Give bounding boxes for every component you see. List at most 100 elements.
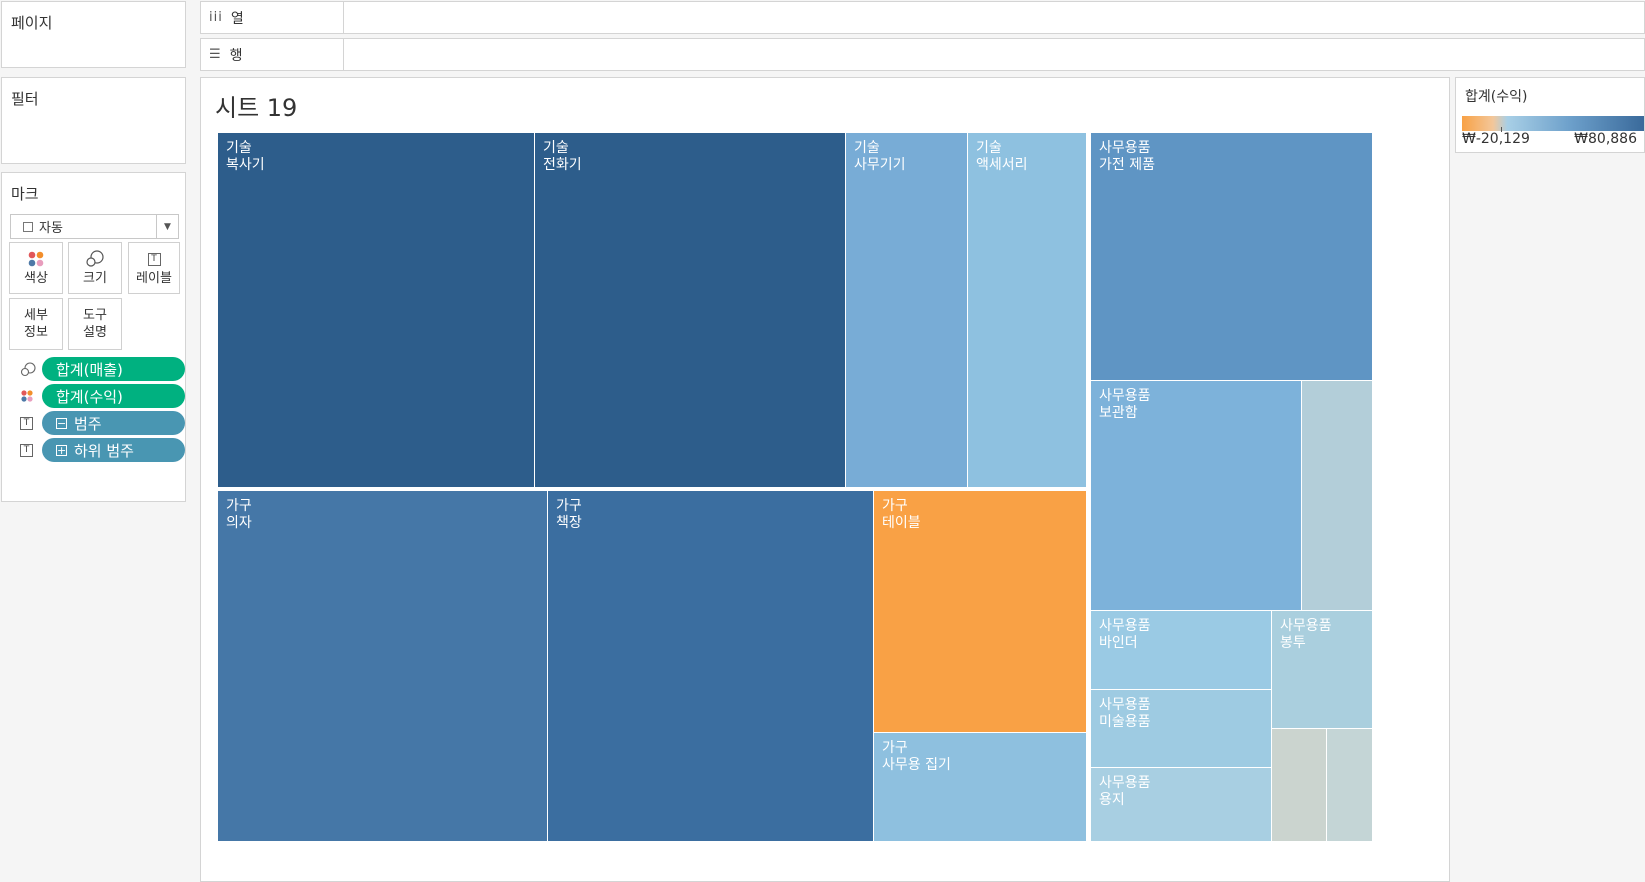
treemap-cell-category: 기술 bbox=[226, 140, 252, 156]
treemap-cell[interactable]: 기술 전화기 bbox=[535, 133, 845, 487]
treemap-cell-subcategory: 사무용 집기 bbox=[882, 757, 951, 773]
treemap-cell-subcategory: 용지 bbox=[1099, 792, 1125, 808]
treemap-cell[interactable]: 가구 의자 bbox=[218, 491, 547, 841]
sum-sales-pill[interactable]: 합계(매출) bbox=[42, 357, 185, 381]
marks-card-title: 마크 bbox=[11, 185, 39, 203]
treemap-cell-category: 가구 bbox=[882, 740, 908, 756]
color-button-label: 색상 bbox=[24, 271, 48, 286]
mark-type-dropdown[interactable]: 자동 ▼ bbox=[10, 214, 179, 239]
treemap-cell-subcategory: 미술용품 bbox=[1099, 714, 1151, 730]
columns-icon: iii bbox=[209, 10, 223, 25]
tooltip-button-label-2: 설명 bbox=[83, 325, 107, 340]
color-dots-icon bbox=[20, 389, 42, 403]
pages-card-title: 페이지 bbox=[11, 14, 53, 32]
marks-pill-row-subcategory: T + 하위 범주 bbox=[20, 438, 185, 462]
treemap-cell[interactable] bbox=[1272, 729, 1326, 841]
columns-shelf[interactable]: iii 열 bbox=[200, 1, 1645, 34]
treemap-cell[interactable]: 사무용품 용지 bbox=[1091, 768, 1271, 841]
filters-card[interactable]: 필터 bbox=[1, 77, 186, 164]
treemap-cell[interactable]: 사무용품 미술용품 bbox=[1091, 690, 1271, 767]
legend-min-value: ₩-20,129 bbox=[1462, 131, 1530, 147]
treemap-cell-category: 사무용품 bbox=[1099, 388, 1151, 404]
subcategory-pill[interactable]: + 하위 범주 bbox=[42, 438, 185, 462]
rows-icon: ☰ bbox=[209, 47, 222, 62]
treemap-cell-subcategory: 액세서리 bbox=[976, 157, 1028, 173]
treemap-cell-subcategory: 사무기기 bbox=[854, 157, 906, 173]
color-legend: 합계(수익) ₩-20,129 ₩80,886 bbox=[1455, 77, 1645, 153]
rows-shelf[interactable]: ☰ 행 bbox=[200, 38, 1645, 71]
treemap-cell[interactable]: 사무용품 가전 제품 bbox=[1091, 133, 1372, 380]
treemap-cell[interactable] bbox=[1327, 729, 1372, 841]
text-label-icon: T bbox=[147, 252, 161, 266]
treemap-cell[interactable]: 가구 책장 bbox=[548, 491, 873, 841]
marks-card: 마크 자동 ▼ 색상 크기 T 레이블 세부 정보 도구 설명 합계(매출) 합… bbox=[1, 172, 186, 502]
category-pill-text: 범주 bbox=[74, 414, 102, 433]
label-button[interactable]: T 레이블 bbox=[128, 242, 180, 294]
pages-card[interactable]: 페이지 bbox=[1, 1, 186, 68]
sum-sales-pill-text: 합계(매출) bbox=[56, 360, 123, 379]
chevron-down-icon[interactable]: ▼ bbox=[156, 215, 178, 238]
treemap-cell-subcategory: 복사기 bbox=[226, 157, 265, 173]
treemap-cell-category: 가구 bbox=[556, 498, 582, 514]
treemap-cell-subcategory: 의자 bbox=[226, 515, 252, 531]
legend-color-ramp[interactable] bbox=[1462, 116, 1644, 132]
sum-profit-pill-text: 합계(수익) bbox=[56, 387, 123, 406]
marks-pill-row-size: 합계(매출) bbox=[20, 357, 185, 381]
detail-button-label-1: 세부 bbox=[24, 308, 48, 323]
treemap-cell-category: 사무용품 bbox=[1280, 618, 1332, 634]
text-label-icon: T bbox=[20, 416, 33, 430]
treemap-cell-subcategory: 보관함 bbox=[1099, 405, 1138, 421]
tooltip-button-label-1: 도구 bbox=[83, 308, 107, 323]
treemap-cell-subcategory: 봉투 bbox=[1280, 635, 1306, 651]
rows-shelf-label: ☰ 행 bbox=[201, 39, 344, 70]
size-circles-icon bbox=[85, 249, 105, 269]
treemap-chart: 기술 복사기 기술 전화기 기술 사무기기 기술 액세서리 가구 의자 가구 책장 가구 테이블 가구 사무용… bbox=[218, 133, 1423, 875]
color-dots-icon bbox=[27, 249, 45, 269]
treemap-cell-subcategory: 책장 bbox=[556, 515, 582, 531]
treemap-cell[interactable]: 사무용품 봉투 bbox=[1272, 611, 1372, 728]
treemap-cell-subcategory: 가전 제품 bbox=[1099, 157, 1155, 173]
treemap-cell[interactable]: 기술 액세서리 bbox=[968, 133, 1086, 487]
treemap-cell-subcategory: 바인더 bbox=[1099, 635, 1138, 651]
size-button[interactable]: 크기 bbox=[68, 242, 122, 294]
columns-shelf-text: 열 bbox=[230, 10, 244, 27]
treemap-cell-category: 사무용품 bbox=[1099, 697, 1151, 713]
size-button-label: 크기 bbox=[83, 271, 107, 286]
columns-shelf-label: iii 열 bbox=[201, 2, 344, 33]
treemap-cell[interactable]: 가구 사무용 집기 bbox=[874, 733, 1086, 841]
size-circles-icon bbox=[20, 361, 42, 377]
tableau-workspace: 페이지 필터 마크 자동 ▼ 색상 크기 T 레이블 세부 정보 도구 설명 합… bbox=[0, 0, 1645, 882]
treemap-cell[interactable]: 사무용품 보관함 bbox=[1091, 381, 1301, 610]
detail-button[interactable]: 세부 정보 bbox=[9, 298, 63, 350]
treemap-cell-category: 기술 bbox=[543, 140, 569, 156]
treemap-cell[interactable]: 가구 테이블 bbox=[874, 491, 1086, 732]
color-button[interactable]: 색상 bbox=[9, 242, 63, 294]
treemap-cell-category: 가구 bbox=[226, 498, 252, 514]
sheet-title: 시트 19 bbox=[215, 94, 298, 122]
treemap-cell[interactable]: 사무용품 바인더 bbox=[1091, 611, 1271, 689]
treemap-cell-category: 사무용품 bbox=[1099, 618, 1151, 634]
mark-type-value: 자동 bbox=[39, 221, 63, 236]
expand-icon[interactable]: + bbox=[56, 444, 67, 456]
treemap-cell-subcategory: 테이블 bbox=[882, 515, 921, 531]
detail-button-label-2: 정보 bbox=[24, 325, 48, 340]
rows-shelf-text: 행 bbox=[229, 47, 243, 64]
marks-pill-row-category: T − 범주 bbox=[20, 411, 185, 435]
treemap-cell-category: 사무용품 bbox=[1099, 775, 1151, 791]
category-pill[interactable]: − 범주 bbox=[42, 411, 185, 435]
mark-type-square-icon bbox=[23, 221, 33, 232]
subcategory-pill-text: 하위 범주 bbox=[74, 441, 134, 460]
treemap-cell-category: 기술 bbox=[854, 140, 880, 156]
sum-profit-pill[interactable]: 합계(수익) bbox=[42, 384, 185, 408]
treemap-cell[interactable]: 기술 사무기기 bbox=[846, 133, 967, 487]
tooltip-button[interactable]: 도구 설명 bbox=[68, 298, 122, 350]
collapse-icon[interactable]: − bbox=[56, 417, 67, 429]
legend-max-value: ₩80,886 bbox=[1574, 131, 1637, 147]
treemap-cell[interactable]: 기술 복사기 bbox=[218, 133, 534, 487]
label-button-label: 레이블 bbox=[136, 271, 172, 286]
treemap-cell-category: 사무용품 bbox=[1099, 140, 1151, 156]
treemap-cell-subcategory: 전화기 bbox=[543, 157, 582, 173]
filters-card-title: 필터 bbox=[11, 90, 39, 108]
treemap-cell-category: 기술 bbox=[976, 140, 1002, 156]
treemap-cell[interactable] bbox=[1302, 381, 1372, 610]
